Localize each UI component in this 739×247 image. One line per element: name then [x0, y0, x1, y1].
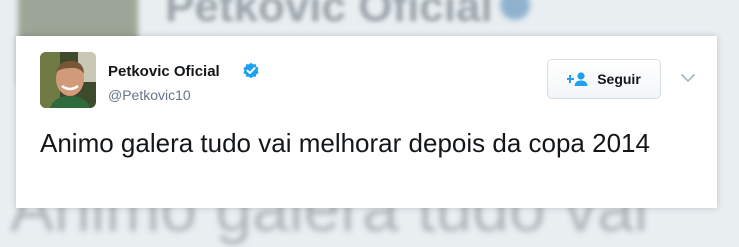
- tweet-text: Animo galera tudo vai melhorar depois da…: [40, 128, 650, 158]
- verified-badge-icon: [243, 62, 259, 79]
- avatar-image: [40, 52, 96, 108]
- author-name[interactable]: Petkovic Oficial: [108, 63, 220, 80]
- follow-button[interactable]: Seguir: [547, 59, 661, 99]
- tweet-card: Petkovic Oficial @Petkovic10 Seguir Anim…: [16, 36, 717, 208]
- background-name-echo: Petkovic Oficial: [165, 0, 493, 31]
- chevron-down-icon[interactable]: [680, 72, 696, 84]
- author-handle[interactable]: @Petkovic10: [108, 87, 191, 103]
- add-user-icon: [567, 72, 588, 86]
- follow-button-label: Seguir: [597, 71, 641, 87]
- avatar[interactable]: [40, 52, 96, 108]
- background-verified-echo: [500, 0, 530, 20]
